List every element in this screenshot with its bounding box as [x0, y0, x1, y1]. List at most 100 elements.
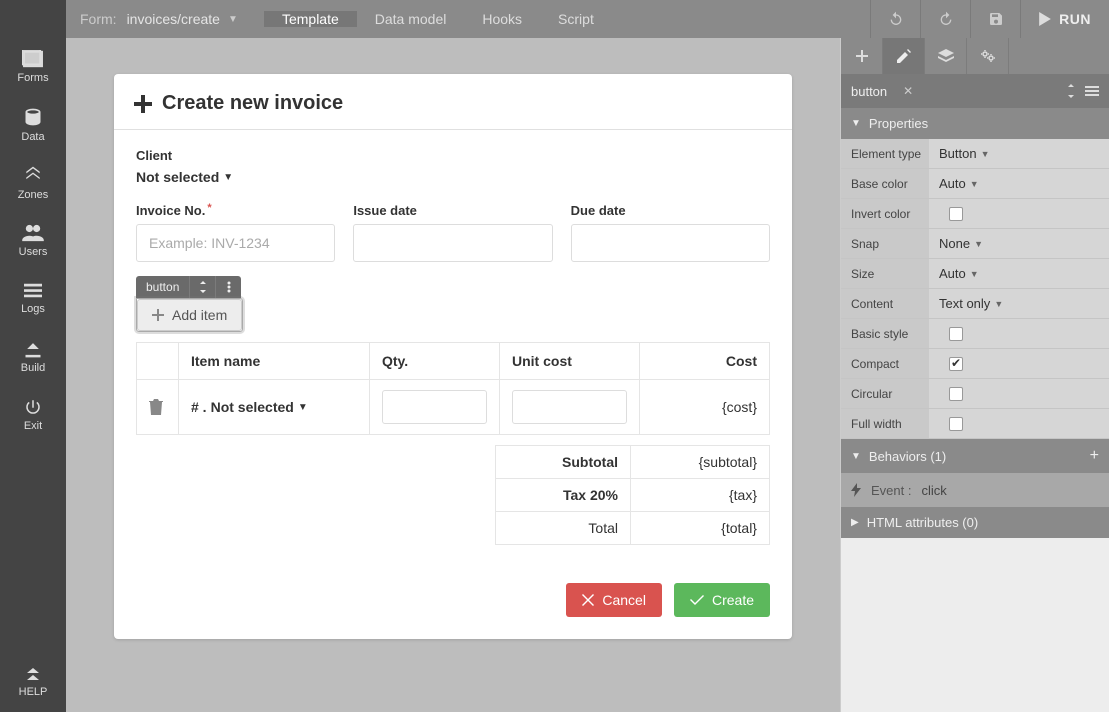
panel-tab-add[interactable]: [841, 38, 883, 74]
sidebar-item-forms[interactable]: Forms: [0, 38, 66, 96]
selection-menu-button[interactable]: [215, 276, 241, 298]
prop-value: Text only: [939, 296, 990, 311]
chevron-down-icon: ▼: [223, 172, 233, 183]
prop-key: Snap: [841, 229, 929, 258]
cost-cell: {cost}: [640, 380, 770, 435]
prop-circular[interactable]: Circular: [841, 379, 1109, 409]
sidebar-item-users[interactable]: Users: [0, 212, 66, 270]
item-name-selector[interactable]: # . Not selected ▼: [191, 399, 308, 415]
panel-breadcrumb: button ✕: [841, 74, 1109, 108]
issue-date-input[interactable]: [353, 224, 552, 262]
prop-size[interactable]: Size Auto▼: [841, 259, 1109, 289]
prop-key: Full width: [841, 409, 929, 438]
prop-snap[interactable]: Snap None▼: [841, 229, 1109, 259]
undo-button[interactable]: [870, 0, 920, 38]
panel-tab-edit[interactable]: [883, 38, 925, 74]
breadcrumb-close-button[interactable]: ✕: [903, 84, 913, 98]
chevron-down-icon: ▼: [970, 179, 979, 189]
prop-base-color[interactable]: Base color Auto▼: [841, 169, 1109, 199]
section-label: HTML attributes (0): [867, 515, 979, 530]
prop-compact[interactable]: Compact: [841, 349, 1109, 379]
run-button[interactable]: RUN: [1020, 0, 1109, 38]
prop-key: Circular: [841, 379, 929, 408]
prop-full-width[interactable]: Full width: [841, 409, 1109, 439]
sidebar-item-help[interactable]: HELP: [0, 654, 66, 712]
sidebar-label: Data: [21, 131, 44, 143]
checkbox[interactable]: [949, 207, 963, 221]
cogs-icon: [980, 49, 996, 63]
selection-move-handle[interactable]: [189, 276, 215, 298]
section-label: Behaviors (1): [869, 449, 946, 464]
prop-content[interactable]: Content Text only▼: [841, 289, 1109, 319]
panel-tab-layers[interactable]: [925, 38, 967, 74]
section-behaviors[interactable]: ▼ Behaviors (1) +: [841, 439, 1109, 473]
panel-tab-settings[interactable]: [967, 38, 1009, 74]
due-date-label: Due date: [571, 203, 770, 218]
create-label: Create: [712, 592, 754, 608]
due-date-input[interactable]: [571, 224, 770, 262]
add-item-button[interactable]: Add item: [137, 299, 242, 331]
form-header: Create new invoice: [114, 74, 792, 130]
prop-element-type[interactable]: Element type Button▼: [841, 139, 1109, 169]
redo-button[interactable]: [920, 0, 970, 38]
checkbox-checked[interactable]: [949, 357, 963, 371]
arrows-v-icon: [199, 281, 207, 293]
chevron-down-icon: ▼: [851, 118, 861, 129]
plus-icon: [856, 50, 868, 62]
sidebar-label: Users: [19, 246, 48, 258]
total-label: Total: [496, 512, 631, 545]
sidebar-item-logs[interactable]: Logs: [0, 270, 66, 328]
sidebar-item-build[interactable]: Build: [0, 328, 66, 386]
client-selector[interactable]: Not selected ▼: [136, 169, 233, 185]
checkbox[interactable]: [949, 327, 963, 341]
form-selector[interactable]: invoices/create ▼: [123, 11, 248, 27]
checkbox[interactable]: [949, 417, 963, 431]
tab-script[interactable]: Script: [540, 11, 612, 27]
sidebar-label: Exit: [24, 420, 42, 432]
behavior-event-row[interactable]: Event : click: [841, 473, 1109, 507]
prop-invert-color[interactable]: Invert color: [841, 199, 1109, 229]
save-button[interactable]: [970, 0, 1020, 38]
client-label: Client: [136, 148, 770, 163]
bolt-icon: [851, 483, 861, 497]
sidebar-item-data[interactable]: Data: [0, 96, 66, 154]
tab-hooks[interactable]: Hooks: [464, 11, 540, 27]
selected-element-wrapper: Add item: [136, 298, 243, 332]
item-index: # .: [191, 399, 207, 415]
arrows-v-icon: [1067, 84, 1075, 98]
tab-template[interactable]: Template: [264, 11, 357, 27]
section-html-attrs[interactable]: ▶ HTML attributes (0): [841, 507, 1109, 538]
prop-key: Element type: [841, 139, 929, 168]
prop-value: None: [939, 236, 970, 251]
breadcrumb-menu-button[interactable]: [1085, 86, 1099, 96]
invoice-no-input[interactable]: [136, 224, 335, 262]
th-qty: Qty.: [370, 343, 500, 380]
create-button[interactable]: Create: [674, 583, 770, 617]
unit-cost-input[interactable]: [512, 390, 627, 424]
canvas[interactable]: Create new invoice Client Not selected ▼…: [66, 38, 840, 712]
section-properties[interactable]: ▼ Properties: [841, 108, 1109, 139]
undo-icon: [888, 11, 904, 27]
top-bar: Form: invoices/create ▼ Template Data mo…: [0, 0, 1109, 38]
kebab-icon: [227, 281, 231, 293]
qty-input[interactable]: [382, 390, 487, 424]
sidebar-item-zones[interactable]: Zones: [0, 154, 66, 212]
add-behavior-button[interactable]: +: [1090, 447, 1099, 465]
pencil-icon: [897, 49, 911, 63]
checkbox[interactable]: [949, 387, 963, 401]
users-icon: [22, 224, 44, 242]
prop-key: Content: [841, 289, 929, 318]
cancel-button[interactable]: Cancel: [566, 583, 662, 617]
tab-data-model[interactable]: Data model: [357, 11, 465, 27]
breadcrumb-move-button[interactable]: [1067, 84, 1075, 98]
sidebar-item-exit[interactable]: Exit: [0, 386, 66, 444]
hamburger-icon: [1085, 86, 1099, 96]
play-icon: [1039, 12, 1051, 26]
chevron-down-icon: ▼: [851, 451, 861, 462]
prop-basic-style[interactable]: Basic style: [841, 319, 1109, 349]
delete-row-button[interactable]: [137, 380, 179, 435]
prop-key: Base color: [841, 169, 929, 198]
subtotal-value: {subtotal}: [631, 446, 770, 479]
form-title: Create new invoice: [162, 92, 343, 115]
subtotal-row: Subtotal {subtotal}: [496, 446, 770, 479]
